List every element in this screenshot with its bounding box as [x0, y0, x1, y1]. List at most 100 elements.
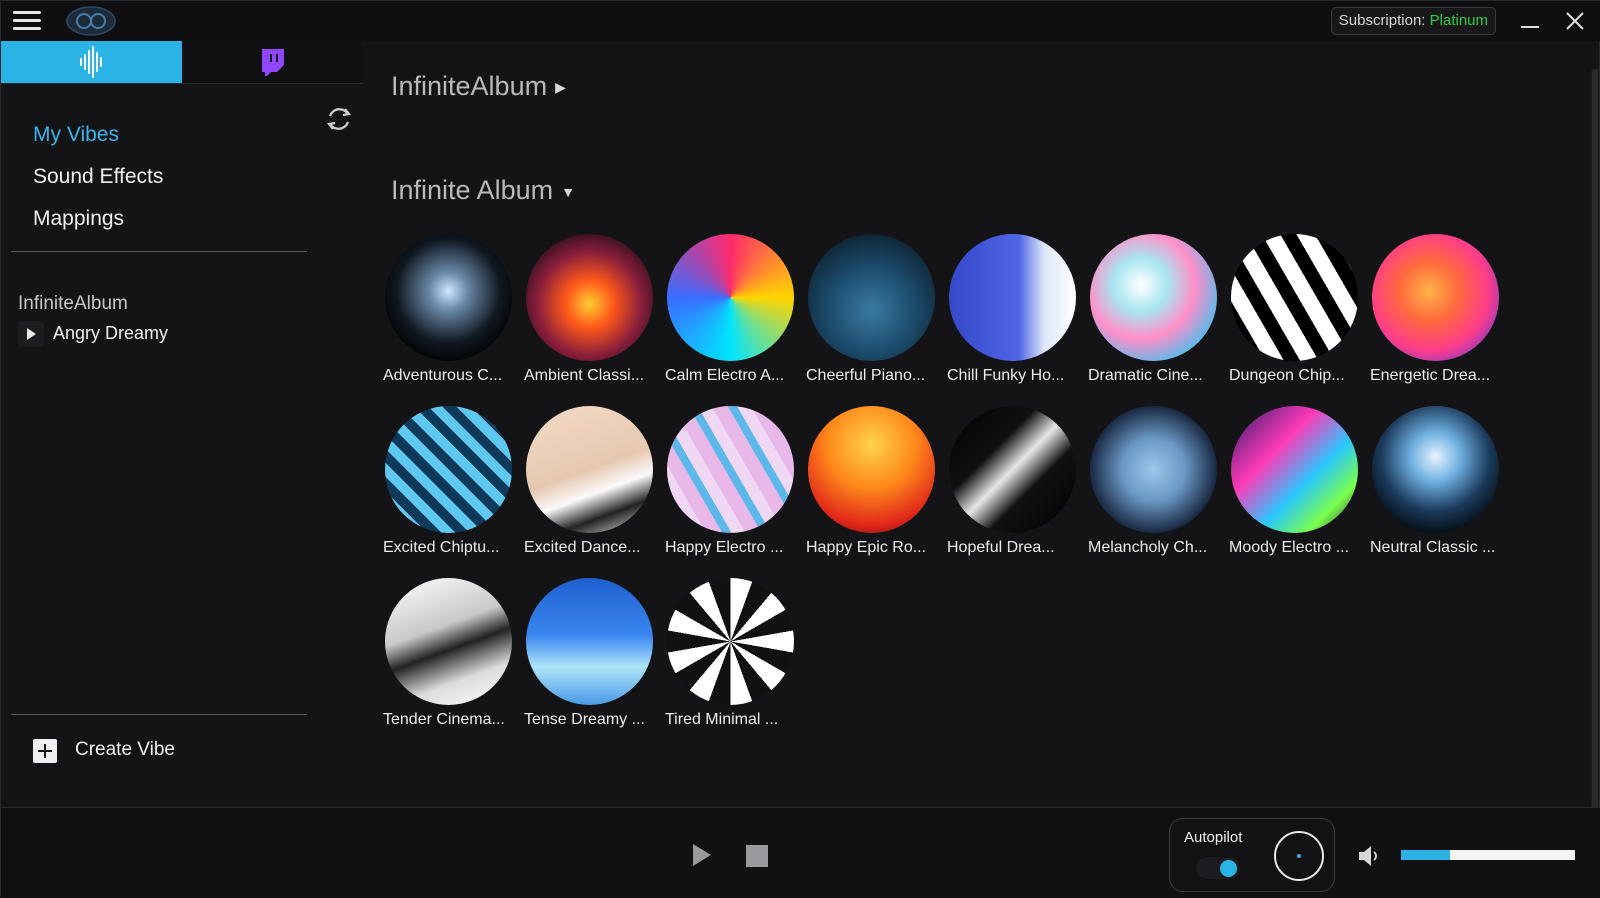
main-content: InfiniteAlbum ▶ Infinite Album ▼ Adventuro… — [363, 41, 1583, 807]
volume-slider[interactable] — [1401, 850, 1575, 860]
vibe-tile-label: Melancholy Ch... — [1088, 539, 1208, 556]
nav-my-vibes[interactable]: My Vibes — [33, 123, 119, 147]
vibe-tile[interactable]: Energetic Drea... — [1370, 234, 1502, 404]
vibe-tile[interactable]: Calm Electro A... — [665, 234, 797, 404]
dial-dot — [1297, 854, 1301, 858]
sidebar: My Vibes Sound Effects Mappings Infinite… — [1, 41, 363, 807]
tab-vibes[interactable] — [1, 41, 182, 83]
caret-down-icon: ▼ — [561, 183, 575, 200]
vibe-tile[interactable]: Moody Electro ... — [1229, 406, 1361, 576]
vibe-tile-label: Adventurous C... — [383, 367, 503, 384]
vibe-artwork — [1090, 234, 1217, 361]
vibe-tile[interactable]: Cheerful Piano... — [806, 234, 938, 404]
vibe-tile-label: Calm Electro A... — [665, 367, 785, 384]
play-icon[interactable] — [18, 321, 44, 347]
vibe-tile-label: Excited Dance... — [524, 539, 641, 556]
subscription-label: Subscription: — [1338, 12, 1426, 29]
close-icon[interactable] — [1563, 9, 1587, 33]
subscription-plan: Platinum — [1429, 12, 1488, 29]
vibe-tile-label: Tired Minimal ... — [665, 711, 779, 728]
vibe-tile[interactable]: Chill Funky Ho... — [947, 234, 1079, 404]
vibe-tile-label: Chill Funky Ho... — [947, 367, 1065, 384]
vibe-artwork — [1231, 406, 1358, 533]
vibe-tile-label: Energetic Drea... — [1370, 367, 1491, 384]
vibe-list-item-label: Angry Dreamy — [53, 323, 169, 343]
vibe-tile[interactable]: Tender Cinema... — [383, 578, 515, 748]
vibe-artwork — [949, 406, 1076, 533]
vibe-tile-label: Moody Electro ... — [1229, 539, 1350, 556]
vibe-tile[interactable]: Excited Dance... — [524, 406, 656, 576]
vibe-tile-label: Ambient Classi... — [524, 367, 645, 384]
stop-button[interactable] — [746, 845, 768, 867]
toggle-knob — [1220, 860, 1237, 877]
vibe-tile-label: Dramatic Cine... — [1088, 367, 1203, 384]
player-bar: Autopilot — [1, 807, 1600, 898]
vibe-tile-label: Dungeon Chip... — [1229, 367, 1345, 384]
vibe-tile[interactable]: Ambient Classi... — [524, 234, 656, 404]
vibe-artwork — [385, 406, 512, 533]
autopilot-label: Autopilot — [1184, 829, 1243, 846]
vibe-tile[interactable]: Melancholy Ch... — [1088, 406, 1220, 576]
vibe-tile-label: Happy Electro ... — [665, 539, 784, 556]
vibe-tile-label: Tender Cinema... — [383, 711, 505, 728]
vibe-artwork — [949, 234, 1076, 361]
volume-fill — [1401, 850, 1450, 860]
vibe-artwork — [1231, 234, 1358, 361]
vibe-artwork — [667, 234, 794, 361]
section-title: InfiniteAlbum — [18, 293, 128, 314]
minimize-icon[interactable] — [1519, 11, 1541, 31]
album-header-expanded[interactable]: Infinite Album ▼ — [391, 175, 575, 206]
sidebar-divider — [11, 251, 307, 252]
app-window: Subscription: Platinum My Vibes Sound Ef… — [0, 0, 1600, 898]
vibe-tile-label: Cheerful Piano... — [806, 367, 926, 384]
vibe-tile[interactable]: Dungeon Chip... — [1229, 234, 1361, 404]
vibe-artwork — [526, 406, 653, 533]
sidebar-divider-bottom — [11, 714, 307, 715]
refresh-icon[interactable] — [323, 103, 355, 135]
vibe-artwork — [385, 234, 512, 361]
plus-icon — [33, 739, 57, 763]
vibe-artwork — [667, 578, 794, 705]
vibe-tile-label: Excited Chiptu... — [383, 539, 500, 556]
vibe-artwork — [808, 406, 935, 533]
vibe-tile-label: Hopeful Drea... — [947, 539, 1055, 556]
album-header-expanded-label: Infinite Album — [391, 175, 554, 205]
sidebar-tabs — [1, 41, 363, 84]
album-header-collapsed-label: InfiniteAlbum — [391, 71, 548, 101]
vibe-tile[interactable]: Tense Dreamy ... — [524, 578, 656, 748]
vibe-tile-label: Tense Dreamy ... — [524, 711, 645, 728]
tab-twitch[interactable] — [182, 41, 363, 83]
autopilot-dial[interactable] — [1274, 831, 1324, 881]
nav-mappings[interactable]: Mappings — [33, 207, 124, 231]
vibe-tile[interactable]: Excited Chiptu... — [383, 406, 515, 576]
vibe-artwork — [667, 406, 794, 533]
vibe-tile[interactable]: Tired Minimal ... — [665, 578, 797, 748]
autopilot-toggle[interactable] — [1196, 857, 1240, 879]
scrollbar[interactable] — [1591, 69, 1599, 809]
vibe-tile[interactable]: Happy Electro ... — [665, 406, 797, 576]
play-button[interactable] — [693, 844, 715, 868]
vibe-tile[interactable]: Adventurous C... — [383, 234, 515, 404]
vibe-artwork — [526, 578, 653, 705]
vibe-tile[interactable]: Happy Epic Ro... — [806, 406, 938, 576]
twitch-icon — [262, 49, 284, 76]
vibe-tile[interactable]: Neutral Classic ... — [1370, 406, 1502, 576]
app-logo-icon — [66, 6, 116, 36]
vibe-tile[interactable]: Dramatic Cine... — [1088, 234, 1220, 404]
album-header-collapsed[interactable]: InfiniteAlbum ▶ — [391, 71, 566, 102]
autopilot-panel: Autopilot — [1169, 818, 1335, 892]
create-vibe-label: Create Vibe — [75, 739, 175, 760]
vibe-artwork — [1090, 406, 1217, 533]
subscription-badge[interactable]: Subscription: Platinum — [1330, 7, 1496, 35]
vibe-artwork — [385, 578, 512, 705]
vibe-tile-label: Happy Epic Ro... — [806, 539, 927, 556]
vibe-tile[interactable]: Hopeful Drea... — [947, 406, 1079, 576]
vibe-artwork — [808, 234, 935, 361]
speaker-icon[interactable] — [1355, 842, 1383, 870]
menu-icon[interactable] — [13, 11, 41, 31]
vibe-artwork — [1372, 406, 1499, 533]
vibe-artwork — [1372, 234, 1499, 361]
scrollbar-thumb[interactable] — [1592, 69, 1598, 809]
nav-sound-effects[interactable]: Sound Effects — [33, 165, 163, 189]
audio-wave-icon — [80, 46, 102, 78]
